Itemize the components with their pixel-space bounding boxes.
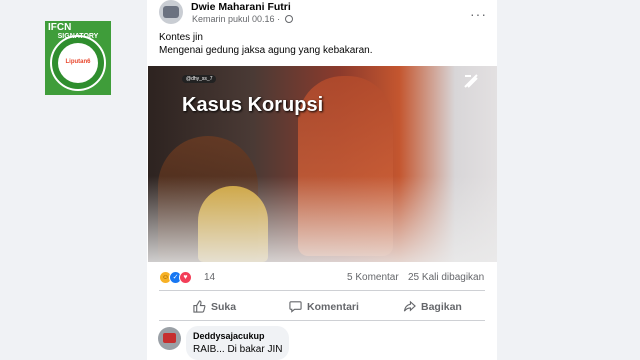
share-button[interactable]: Bagikan [403,297,462,317]
comment-count[interactable]: 5 Komentar [347,272,399,283]
love-icon: ♥ [179,271,192,284]
watermark-icon [464,74,478,88]
badge-arc-text: SIGNATORY [57,33,99,40]
like-label: Suka [211,301,237,313]
share-icon [403,300,416,312]
comment-label: Komentari [307,301,359,313]
comment-button[interactable]: Komentari [289,297,359,317]
reactions-summary[interactable]: ☺ ✓ ♥ [159,271,199,284]
author-avatar[interactable] [159,0,183,24]
divider-top [159,290,485,291]
share-label: Bagikan [421,301,462,313]
video-title-overlay: Kasus Korupsi [182,94,324,116]
thumbs-up-icon [193,300,206,313]
comment-text: RAIB... Di bakar JIN [193,344,283,355]
liputan6-logo: Liputan6 [65,59,91,65]
more-icon[interactable]: ··· [470,6,487,22]
divider-bottom [159,320,485,321]
ifcn-signatory-badge: IFCN SIGNATORY Liputan6 [45,21,111,95]
post-timestamp[interactable]: Kemarin pukul 00.16 [192,14,275,24]
post-author[interactable]: Dwie Maharani Futri [191,1,291,13]
video-haze [148,176,497,262]
like-button[interactable]: Suka [193,297,236,317]
post-meta: Kemarin pukul 00.16 · [192,14,293,24]
commenter-avatar[interactable] [158,327,181,350]
comment-icon [289,301,302,313]
post-text-line1: Kontes jin [159,32,203,43]
post-text-line2: Mengenai gedung jaksa agung yang kebakar… [159,45,373,56]
globe-icon [284,15,293,23]
commenter-name[interactable]: Deddysajacukup [193,331,265,341]
video-handle: @dhy_ss_7 [182,75,217,83]
reaction-count[interactable]: 14 [204,272,215,283]
share-count[interactable]: 25 Kali dibagikan [408,272,484,283]
